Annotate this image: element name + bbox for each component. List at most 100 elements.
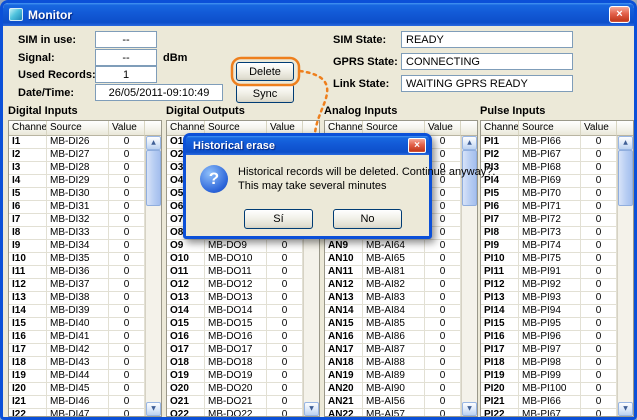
scrollbar-thumb[interactable]: [146, 150, 161, 206]
table-row[interactable]: O15MB-DO150: [167, 318, 303, 331]
table-row[interactable]: I10MB-DI350: [9, 253, 145, 266]
table-row[interactable]: PI14MB-PI940: [481, 305, 617, 318]
table-row[interactable]: PI18MB-PI980: [481, 357, 617, 370]
table-row[interactable]: PI1MB-PI660: [481, 136, 617, 149]
vertical-scrollbar[interactable]: ▲ ▼: [461, 136, 477, 416]
table-row[interactable]: O10MB-DO100: [167, 253, 303, 266]
scroll-down-icon[interactable]: ▼: [304, 402, 319, 416]
table-row[interactable]: I4MB-DI290: [9, 175, 145, 188]
datetime-field[interactable]: 26/05/2011-09:10:49: [95, 84, 223, 101]
title-bar[interactable]: Monitor ×: [3, 3, 634, 26]
table-row[interactable]: PI8MB-PI730: [481, 227, 617, 240]
table-row[interactable]: AN13MB-AI830: [325, 292, 461, 305]
channel-column-header[interactable]: Channel: [481, 121, 519, 136]
table-row[interactable]: I3MB-DI280: [9, 162, 145, 175]
table-row[interactable]: I20MB-DI450: [9, 383, 145, 396]
table-row[interactable]: O14MB-DO140: [167, 305, 303, 318]
table-row[interactable]: I15MB-DI400: [9, 318, 145, 331]
table-row[interactable]: I17MB-DI420: [9, 344, 145, 357]
table-row[interactable]: PI7MB-PI720: [481, 214, 617, 227]
table-row[interactable]: PI6MB-PI710: [481, 201, 617, 214]
table-row[interactable]: O17MB-DO170: [167, 344, 303, 357]
table-row[interactable]: PI2MB-PI670: [481, 149, 617, 162]
vertical-scrollbar[interactable]: ▲ ▼: [145, 136, 161, 416]
table-row[interactable]: AN21MB-AI560: [325, 396, 461, 409]
table-row[interactable]: O19MB-DO190: [167, 370, 303, 383]
dialog-title-bar[interactable]: Historical erase ×: [186, 136, 429, 155]
table-row[interactable]: PI5MB-PI700: [481, 188, 617, 201]
table-row[interactable]: PI10MB-PI750: [481, 253, 617, 266]
table-row[interactable]: AN11MB-AI810: [325, 266, 461, 279]
table-row[interactable]: O21MB-DO210: [167, 396, 303, 409]
sync-button[interactable]: Sync: [236, 84, 294, 103]
table-row[interactable]: PI13MB-PI930: [481, 292, 617, 305]
table-row[interactable]: PI3MB-PI680: [481, 162, 617, 175]
table-row[interactable]: I18MB-DI430: [9, 357, 145, 370]
table-row[interactable]: I9MB-DI340: [9, 240, 145, 253]
table-row[interactable]: I5MB-DI300: [9, 188, 145, 201]
table-row[interactable]: PI15MB-PI950: [481, 318, 617, 331]
table-row[interactable]: AN9MB-AI640: [325, 240, 461, 253]
table-row[interactable]: AN19MB-AI890: [325, 370, 461, 383]
table-row[interactable]: AN20MB-AI900: [325, 383, 461, 396]
table-row[interactable]: PI11MB-PI910: [481, 266, 617, 279]
value-column-header[interactable]: Value: [109, 121, 145, 136]
scrollbar-thumb[interactable]: [618, 150, 633, 206]
table-row[interactable]: AN16MB-AI860: [325, 331, 461, 344]
table-row[interactable]: PI16MB-PI960: [481, 331, 617, 344]
table-row[interactable]: O18MB-DO180: [167, 357, 303, 370]
source-column-header[interactable]: Source: [519, 121, 581, 136]
table-row[interactable]: AN12MB-AI820: [325, 279, 461, 292]
table-row[interactable]: PI4MB-PI690: [481, 175, 617, 188]
table-row[interactable]: I8MB-DI330: [9, 227, 145, 240]
link-state-field[interactable]: WAITING GPRS READY: [401, 75, 573, 92]
scrollbar-thumb[interactable]: [462, 150, 477, 206]
table-row[interactable]: AN15MB-AI850: [325, 318, 461, 331]
table-row[interactable]: PI20MB-PI1000: [481, 383, 617, 396]
window-close-button[interactable]: ×: [609, 6, 630, 23]
sim-state-field[interactable]: READY: [401, 31, 573, 48]
dialog-close-button[interactable]: ×: [408, 138, 426, 153]
table-row[interactable]: AN17MB-AI870: [325, 344, 461, 357]
table-row[interactable]: I14MB-DI390: [9, 305, 145, 318]
table-row[interactable]: PI17MB-PI970: [481, 344, 617, 357]
value-column-header[interactable]: Value: [425, 121, 461, 136]
table-row[interactable]: O20MB-DO200: [167, 383, 303, 396]
scroll-up-icon[interactable]: ▲: [618, 136, 633, 150]
table-row[interactable]: O12MB-DO120: [167, 279, 303, 292]
channel-column-header[interactable]: Channel: [9, 121, 47, 136]
table-row[interactable]: AN14MB-AI840: [325, 305, 461, 318]
table-row[interactable]: PI19MB-PI990: [481, 370, 617, 383]
table-row[interactable]: I16MB-DI410: [9, 331, 145, 344]
used-records-field[interactable]: 1: [95, 66, 157, 83]
table-row[interactable]: AN18MB-AI880: [325, 357, 461, 370]
table-row[interactable]: PI12MB-PI920: [481, 279, 617, 292]
table-row[interactable]: O16MB-DO160: [167, 331, 303, 344]
table-row[interactable]: O9MB-DO90: [167, 240, 303, 253]
scroll-up-icon[interactable]: ▲: [146, 136, 161, 150]
source-column-header[interactable]: Source: [47, 121, 109, 136]
table-row[interactable]: AN22MB-AI570: [325, 409, 461, 416]
scroll-down-icon[interactable]: ▼: [462, 402, 477, 416]
no-button[interactable]: No: [333, 209, 402, 229]
table-row[interactable]: I7MB-DI320: [9, 214, 145, 227]
table-row[interactable]: I21MB-DI460: [9, 396, 145, 409]
scroll-down-icon[interactable]: ▼: [618, 402, 633, 416]
value-column-header[interactable]: Value: [581, 121, 617, 136]
table-row[interactable]: O13MB-DO130: [167, 292, 303, 305]
table-row[interactable]: I12MB-DI370: [9, 279, 145, 292]
table-row[interactable]: PI22MB-PI670: [481, 409, 617, 416]
table-row[interactable]: I19MB-DI440: [9, 370, 145, 383]
signal-field[interactable]: --: [95, 49, 157, 66]
table-row[interactable]: I11MB-DI360: [9, 266, 145, 279]
table-row[interactable]: PI21MB-PI660: [481, 396, 617, 409]
table-row[interactable]: AN10MB-AI650: [325, 253, 461, 266]
table-row[interactable]: I1MB-DI260: [9, 136, 145, 149]
table-row[interactable]: O11MB-DO110: [167, 266, 303, 279]
table-row[interactable]: I22MB-DI470: [9, 409, 145, 416]
table-row[interactable]: I2MB-DI270: [9, 149, 145, 162]
table-row[interactable]: O22MB-DO220: [167, 409, 303, 416]
table-row[interactable]: I13MB-DI380: [9, 292, 145, 305]
vertical-scrollbar[interactable]: ▲ ▼: [617, 136, 633, 416]
table-row[interactable]: PI9MB-PI740: [481, 240, 617, 253]
